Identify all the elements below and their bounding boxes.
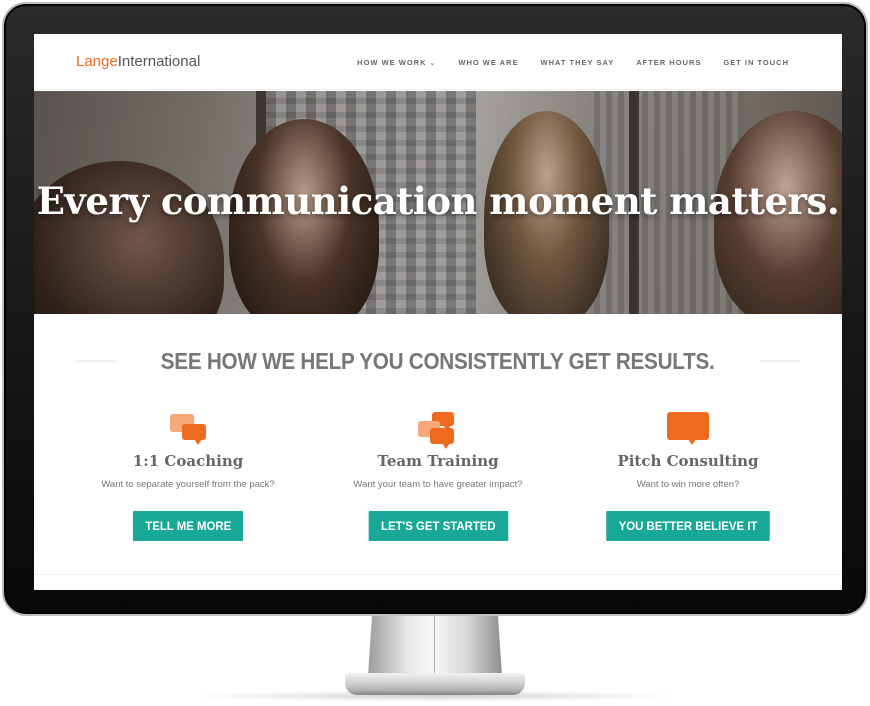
service-pitch-consulting: Pitch Consulting Want to win more often?… <box>563 412 813 541</box>
single-chat-bubble-icon <box>658 412 718 448</box>
services-heading-row: SEE HOW WE HELP YOU CONSISTENTLY GET RES… <box>76 347 801 374</box>
browser-viewport: LangeInternational HOW WE WORK ⌄ WHO WE … <box>34 34 842 590</box>
site-header: LangeInternational HOW WE WORK ⌄ WHO WE … <box>34 34 842 90</box>
hero-banner: Every communication moment matters. <box>34 91 842 314</box>
nav-item-who-we-are[interactable]: WHO WE ARE <box>458 58 518 67</box>
monitor-stand-neck <box>368 616 502 676</box>
lets-get-started-button[interactable]: LET'S GET STARTED <box>368 511 508 541</box>
nav-item-how-we-work[interactable]: HOW WE WORK ⌄ <box>357 58 436 67</box>
service-description: Want to separate yourself from the pack? <box>101 479 275 490</box>
nav-item-label: HOW WE WORK <box>357 58 427 67</box>
service-description: Want your team to have greater impact? <box>353 479 523 490</box>
nav-item-label: AFTER HOURS <box>636 58 702 67</box>
you-better-believe-it-button[interactable]: YOU BETTER BELIEVE IT <box>606 511 770 541</box>
monitor-shadow <box>190 690 680 702</box>
logo-suffix: International <box>117 53 201 70</box>
nav-item-what-they-say[interactable]: WHAT THEY SAY <box>541 58 615 67</box>
tell-me-more-button[interactable]: TELL ME MORE <box>132 511 244 541</box>
chevron-down-icon: ⌄ <box>429 59 437 67</box>
two-chat-bubbles-icon <box>158 412 218 448</box>
nav-item-get-in-touch[interactable]: GET IN TOUCH <box>723 58 789 67</box>
service-description: Want to win more often? <box>636 479 740 490</box>
logo-prefix: Lange <box>76 53 118 70</box>
service-title: Pitch Consulting <box>617 452 759 470</box>
service-coaching: 1:1 Coaching Want to separate yourself f… <box>63 412 313 541</box>
service-title: Team Training <box>377 452 499 470</box>
monitor-stand-seam <box>434 616 435 676</box>
services-heading: SEE HOW WE HELP YOU CONSISTENTLY GET RES… <box>161 347 715 374</box>
three-chat-bubbles-icon <box>408 412 468 449</box>
nav-item-label: WHAT THEY SAY <box>540 58 615 67</box>
main-nav: HOW WE WORK ⌄ WHO WE ARE WHAT THEY SAY A… <box>357 58 789 67</box>
nav-item-after-hours[interactable]: AFTER HOURS <box>636 58 701 67</box>
divider <box>76 360 117 362</box>
hero-title: Every communication moment matters. <box>36 179 840 223</box>
service-team-training: Team Training Want your team to have gre… <box>313 412 563 541</box>
nav-item-label: GET IN TOUCH <box>723 58 789 67</box>
divider <box>759 360 801 362</box>
service-title: 1:1 Coaching <box>132 452 244 470</box>
monitor-frame: LangeInternational HOW WE WORK ⌄ WHO WE … <box>2 2 868 616</box>
nav-item-label: WHO WE ARE <box>458 58 519 67</box>
divider <box>34 574 842 575</box>
site-logo[interactable]: LangeInternational <box>76 53 200 70</box>
